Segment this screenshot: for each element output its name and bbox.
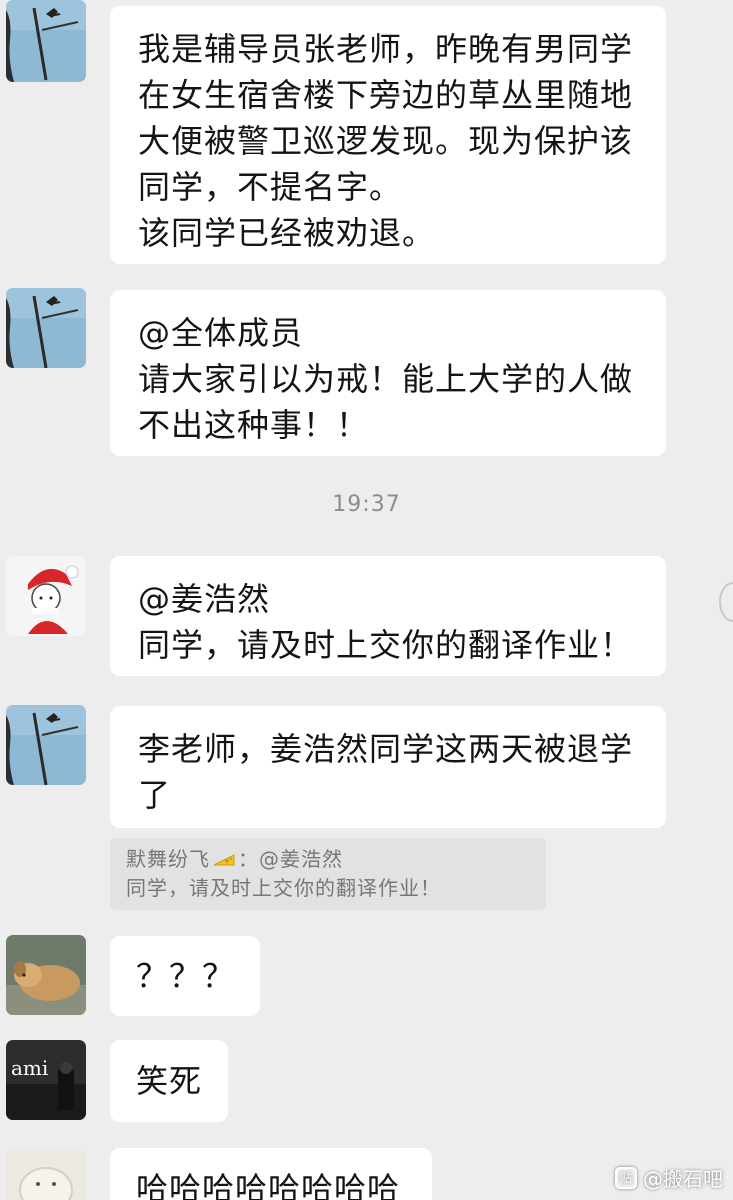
quoted-message[interactable]: 默舞纷飞 ：@姜浩然 同学，请及时上交你的翻译作业！ [110, 838, 546, 910]
cheese-emoji-icon [212, 848, 236, 868]
watermark: 贴 @搬石吧 [615, 1163, 723, 1192]
message-bubble-4[interactable]: 李老师，姜浩然同学这两天被退学 了 [110, 706, 666, 828]
message-bubble-5[interactable]: ？？？ [110, 936, 260, 1016]
avatar-dog[interactable] [6, 935, 86, 1015]
avatar-bird-teacher[interactable] [6, 288, 86, 368]
message-bubble-7[interactable]: 哈哈哈哈哈哈哈哈 [110, 1148, 432, 1200]
message-bubble-2[interactable]: @全体成员 请大家引以为戒！能上大学的人做 不出这种事！！ [110, 290, 666, 456]
message-line: 李老师，姜浩然同学这两天被退学 [138, 730, 634, 768]
message-line: 了 [138, 776, 172, 814]
time-divider: 19:37 [332, 492, 401, 517]
quote-header: 默舞纷飞 ：@姜浩然 [126, 845, 530, 874]
message-line: 大便被警卫巡逻发现。现为保护该 [138, 122, 634, 160]
mention-all[interactable]: @全体成员 [138, 310, 638, 356]
edge-indicator [719, 582, 733, 622]
quote-mention: ：@姜浩然 [238, 847, 343, 871]
message-bubble-1[interactable]: 我是辅导员张老师，昨晚有男同学 在女生宿舍楼下旁边的草丛里随地 大便被警卫巡逻发… [110, 6, 666, 264]
avatar-bird-student[interactable] [6, 705, 86, 785]
message-line: 笑死 [136, 1062, 203, 1100]
avatar-bird-teacher[interactable] [6, 0, 86, 82]
message-bubble-6[interactable]: 笑死 [110, 1040, 228, 1122]
message-bubble-3[interactable]: @姜浩然 同学，请及时上交你的翻译作业！ [110, 556, 666, 676]
mention-user[interactable]: @姜浩然 [138, 576, 638, 622]
watermark-text: @搬石吧 [643, 1167, 723, 1191]
message-line: 请大家引以为戒！能上大学的人做 [138, 360, 634, 398]
message-line: 哈哈哈哈哈哈哈哈 [136, 1170, 401, 1200]
message-line: 不出这种事！！ [138, 406, 370, 444]
chat-view[interactable]: 我是辅导员张老师，昨晚有男同学 在女生宿舍楼下旁边的草丛里随地 大便被警卫巡逻发… [0, 0, 733, 1200]
quote-sender: 默舞纷飞 [126, 847, 210, 871]
avatar-brand-text: ami [11, 1056, 49, 1080]
avatar-white-dog[interactable] [6, 1150, 86, 1200]
quote-text: 同学，请及时上交你的翻译作业！ [126, 876, 441, 900]
message-line: 我是辅导员张老师，昨晚有男同学 [138, 30, 634, 68]
message-line: 在女生宿舍楼下旁边的草丛里随地 [138, 76, 634, 114]
avatar-red-hat-girl[interactable] [6, 556, 86, 636]
message-line: 同学，请及时上交你的翻译作业！ [138, 626, 634, 664]
message-line: ？？？ [136, 957, 236, 995]
message-line: 该同学已经被劝退。 [138, 214, 436, 252]
watermark-logo-icon: 贴 [615, 1166, 637, 1189]
message-line: 同学，不提名字。 [138, 168, 403, 206]
avatar-ami[interactable]: ami [6, 1040, 86, 1120]
